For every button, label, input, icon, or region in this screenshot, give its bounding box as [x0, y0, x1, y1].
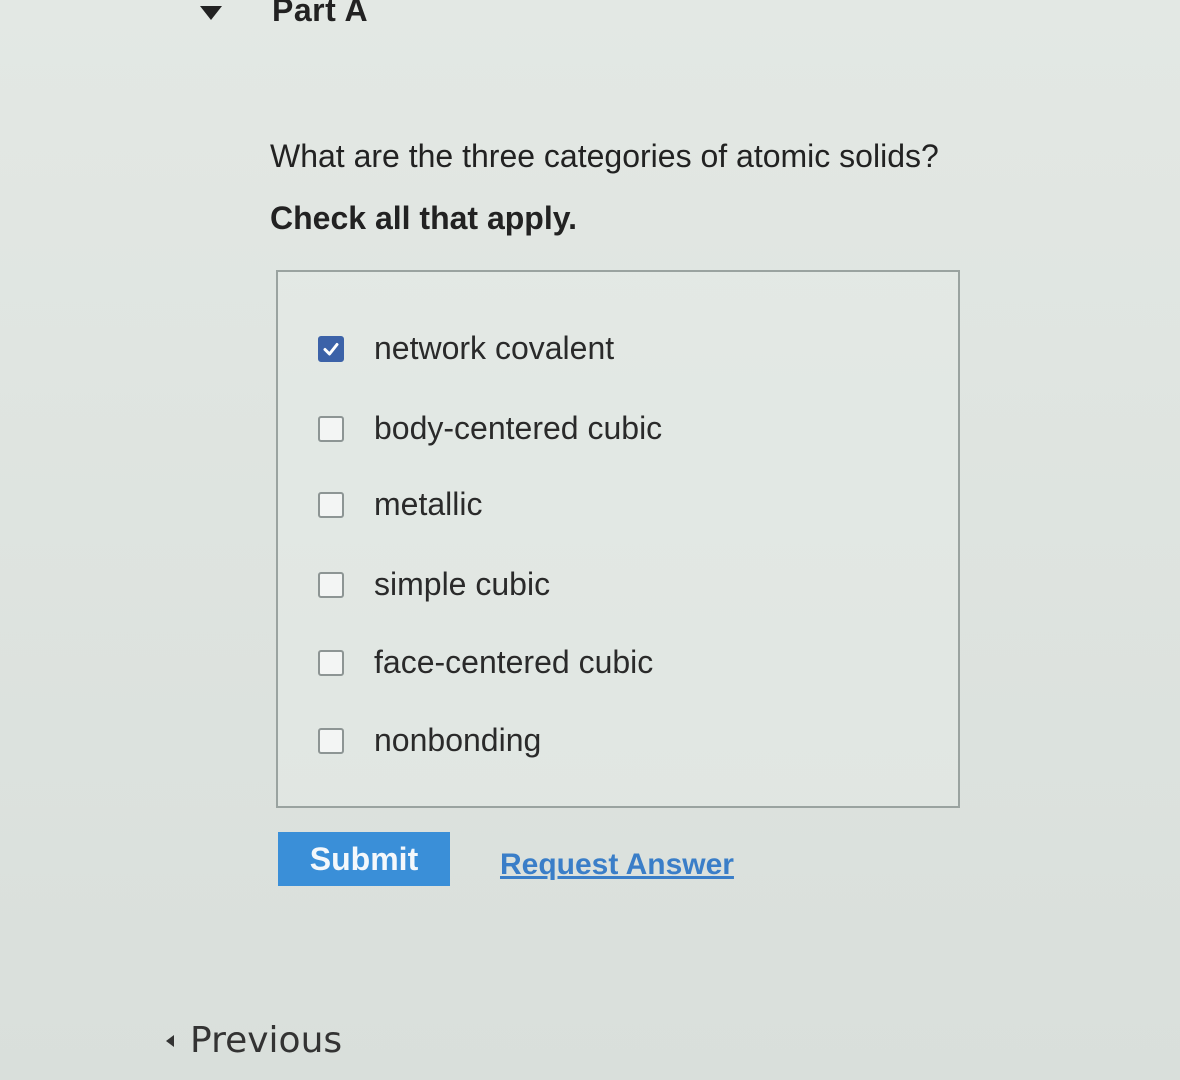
checkmark-icon — [323, 342, 339, 355]
options-box: network covalent body-centered cubic met… — [276, 270, 960, 808]
previous-link[interactable]: Previous — [166, 1020, 342, 1061]
option-label: metallic — [374, 486, 483, 522]
submit-button[interactable]: Submit — [278, 832, 450, 886]
checkbox-unchecked[interactable] — [318, 727, 344, 754]
option-body-centered-cubic[interactable]: body-centered cubic — [318, 410, 662, 447]
option-network-covalent[interactable]: network covalent — [318, 330, 614, 367]
option-nonbonding[interactable]: nonbonding — [318, 722, 541, 759]
checkbox-unchecked[interactable] — [318, 415, 344, 442]
option-label: nonbonding — [374, 722, 542, 758]
page: Part A What are the three categories of … — [0, 0, 1180, 1080]
chevron-left-icon — [166, 1034, 174, 1047]
collapse-triangle-icon[interactable] — [200, 6, 222, 20]
checkbox-unchecked[interactable] — [318, 571, 344, 598]
request-answer-link[interactable]: Request Answer — [500, 848, 734, 882]
option-label: body-centered cubic — [374, 410, 663, 446]
option-label: face-centered cubic — [374, 644, 654, 680]
checkbox-unchecked[interactable] — [318, 491, 344, 518]
option-label: simple cubic — [374, 566, 551, 602]
option-simple-cubic[interactable]: simple cubic — [318, 566, 550, 603]
previous-label: Previous — [190, 1020, 343, 1061]
option-label: network covalent — [374, 330, 615, 366]
question-instruction: Check all that apply. — [270, 200, 578, 236]
checkbox-unchecked[interactable] — [318, 649, 344, 676]
option-metallic[interactable]: metallic — [318, 486, 482, 523]
question-prompt: What are the three categories of atomic … — [270, 138, 939, 174]
checkbox-checked[interactable] — [318, 335, 344, 362]
part-title: Part A — [272, 0, 369, 28]
option-face-centered-cubic[interactable]: face-centered cubic — [318, 644, 653, 681]
